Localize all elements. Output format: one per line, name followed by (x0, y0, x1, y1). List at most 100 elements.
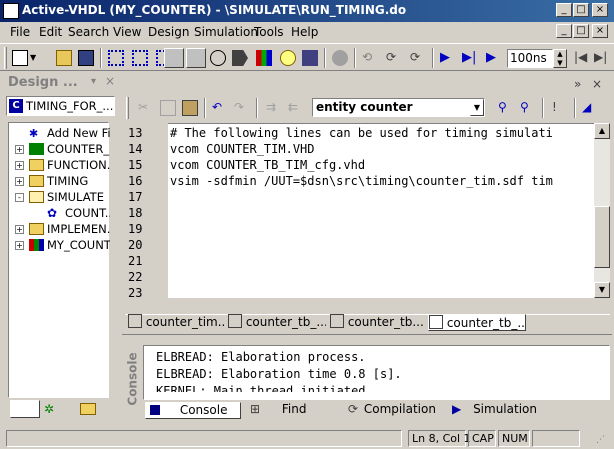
tab-counter-tb-1[interactable]: counter_tb_... (228, 314, 326, 331)
expand-icon[interactable]: + (15, 225, 24, 234)
console-view-icon[interactable] (186, 48, 206, 68)
step-back-icon[interactable]: |◀ (574, 50, 590, 66)
chevrons-right-icon[interactable]: » (574, 77, 581, 91)
console-icon (150, 405, 160, 415)
cut-icon[interactable]: ✂ (138, 100, 154, 116)
expand-icon[interactable]: + (15, 161, 24, 170)
menu-help[interactable]: Help (291, 25, 318, 39)
console-tab[interactable]: Console (145, 402, 241, 419)
folder-icon (29, 175, 44, 187)
bookmark-icon[interactable]: ! (552, 100, 568, 116)
find-next-icon[interactable]: ⚲ (520, 100, 536, 116)
hierarchy-icon[interactable] (108, 50, 124, 66)
console-side-label-area: Console (124, 342, 140, 422)
close-button[interactable]: × (592, 3, 608, 17)
run-time-input[interactable]: 100ns (507, 49, 553, 68)
menu-view[interactable]: View (113, 25, 141, 39)
new-file-icon[interactable] (12, 50, 28, 66)
indent-icon[interactable]: ⇉ (266, 100, 282, 116)
simulation-tab[interactable]: ▶ Simulation (448, 402, 544, 419)
vertical-scrollbar[interactable]: ▲ ▼ (594, 123, 610, 298)
library-icon[interactable] (256, 50, 272, 66)
redo-icon[interactable]: ↷ (234, 100, 250, 116)
entity-combo[interactable]: entity counter (312, 98, 485, 117)
play-icon[interactable]: ▶ (440, 50, 456, 66)
find-tab[interactable]: ⊞ Find (246, 402, 342, 419)
run-until-icon[interactable]: ⟳ (410, 50, 426, 66)
block-icon[interactable] (232, 50, 248, 66)
paste-icon[interactable] (182, 100, 198, 116)
mdi-close-button[interactable]: × (592, 24, 608, 38)
tree-item[interactable]: ✿ COUNT... (9, 205, 110, 221)
folder-icon (29, 223, 44, 235)
compilation-tab[interactable]: ⟳ Compilation (346, 402, 442, 419)
tool-icon[interactable] (302, 50, 318, 66)
find-icon[interactable]: ⚲ (498, 100, 514, 116)
files-tab[interactable] (10, 400, 40, 418)
line-number: 19 (128, 222, 143, 236)
splitter[interactable] (122, 334, 612, 340)
editor-close-icon[interactable]: × (592, 77, 602, 91)
tree-item[interactable]: + MY_COUNT... (9, 237, 110, 253)
tab-counter-tb-2[interactable]: counter_tb... (330, 314, 426, 331)
chevron-down-icon[interactable]: ▼ (470, 99, 484, 116)
step-forward-icon[interactable]: ▶| (594, 50, 610, 66)
gear-icon: ✿ (47, 206, 58, 220)
mdi-minimize-button[interactable]: _ (556, 24, 572, 38)
restart-icon[interactable]: ⟲ (362, 50, 378, 66)
expand-icon[interactable]: + (15, 177, 24, 186)
status-extra (532, 430, 580, 447)
copy-icon[interactable] (160, 100, 176, 116)
tree-item[interactable]: + FUNCTION... (9, 157, 110, 173)
tab-counter-tb-active[interactable]: counter_tb_... (428, 314, 526, 331)
minimize-button[interactable]: _ (556, 3, 572, 17)
waveform-icon[interactable] (210, 50, 226, 66)
horizontal-scrollbar[interactable] (124, 298, 610, 314)
open-folder-icon[interactable] (56, 50, 72, 66)
mdi-restore-button[interactable]: □ (573, 24, 589, 38)
maximize-button[interactable]: □ (573, 3, 589, 17)
resize-grip[interactable]: ⋰ (596, 435, 608, 447)
status-num: NUM (498, 430, 530, 447)
tree-item[interactable]: - SIMULATE (9, 189, 110, 205)
panel-menu-icon[interactable]: ▾ (91, 76, 96, 87)
tree-item[interactable]: ✱ Add New Fil (9, 125, 110, 141)
step-icon[interactable]: ▶| (462, 50, 478, 66)
tab-counter-tim[interactable]: counter_tim... (128, 314, 226, 331)
run-for-icon[interactable]: ▶ (486, 50, 502, 66)
menu-file[interactable]: File (10, 25, 30, 39)
tree-item[interactable]: + COUNTER_... (9, 141, 110, 157)
expand-icon[interactable]: + (15, 241, 24, 250)
panel-close-icon[interactable]: × (105, 74, 115, 88)
flag-icon[interactable]: ◢ (582, 100, 598, 116)
menu-design[interactable]: Design (148, 25, 189, 39)
design-view-icon[interactable] (164, 48, 184, 68)
chevron-down-icon[interactable]: ▼ (30, 50, 38, 66)
tree-item[interactable]: + IMPLEMEN... (9, 221, 110, 237)
code-line: vcom COUNTER_TB_TIM_cfg.vhd (170, 158, 366, 172)
menu-edit[interactable]: Edit (39, 25, 62, 39)
menu-tools[interactable]: Tools (254, 25, 284, 39)
design-combo[interactable]: C TIMING_FOR_... (6, 96, 115, 116)
toolbar-grip[interactable] (4, 47, 7, 69)
binary-icon[interactable] (132, 50, 148, 66)
expand-icon[interactable]: + (15, 145, 24, 154)
collapse-icon[interactable]: - (15, 193, 24, 202)
undo-icon[interactable]: ↶ (212, 100, 228, 116)
tree-item[interactable]: + TIMING (9, 173, 110, 189)
scroll-thumb[interactable] (594, 206, 610, 268)
stop-icon[interactable] (332, 50, 348, 66)
folder-open-icon (29, 191, 44, 203)
run-icon[interactable]: ⟳ (386, 50, 402, 66)
menu-search[interactable]: Search (68, 25, 109, 39)
lightbulb-icon[interactable] (280, 50, 296, 66)
resources-tab-icon[interactable] (80, 403, 96, 415)
scroll-down-icon[interactable]: ▼ (594, 282, 610, 298)
outdent-icon[interactable]: ⇇ (288, 100, 304, 116)
save-icon[interactable] (78, 50, 94, 66)
menu-simulation[interactable]: Simulation (194, 25, 258, 39)
structure-tab-icon[interactable]: ✲ (44, 402, 60, 416)
run-time-dropdown[interactable]: ▲ ▼ (553, 49, 567, 68)
menu-bar: File Edit Search View Design Simulation … (0, 22, 614, 42)
scroll-up-icon[interactable]: ▲ (594, 123, 610, 139)
